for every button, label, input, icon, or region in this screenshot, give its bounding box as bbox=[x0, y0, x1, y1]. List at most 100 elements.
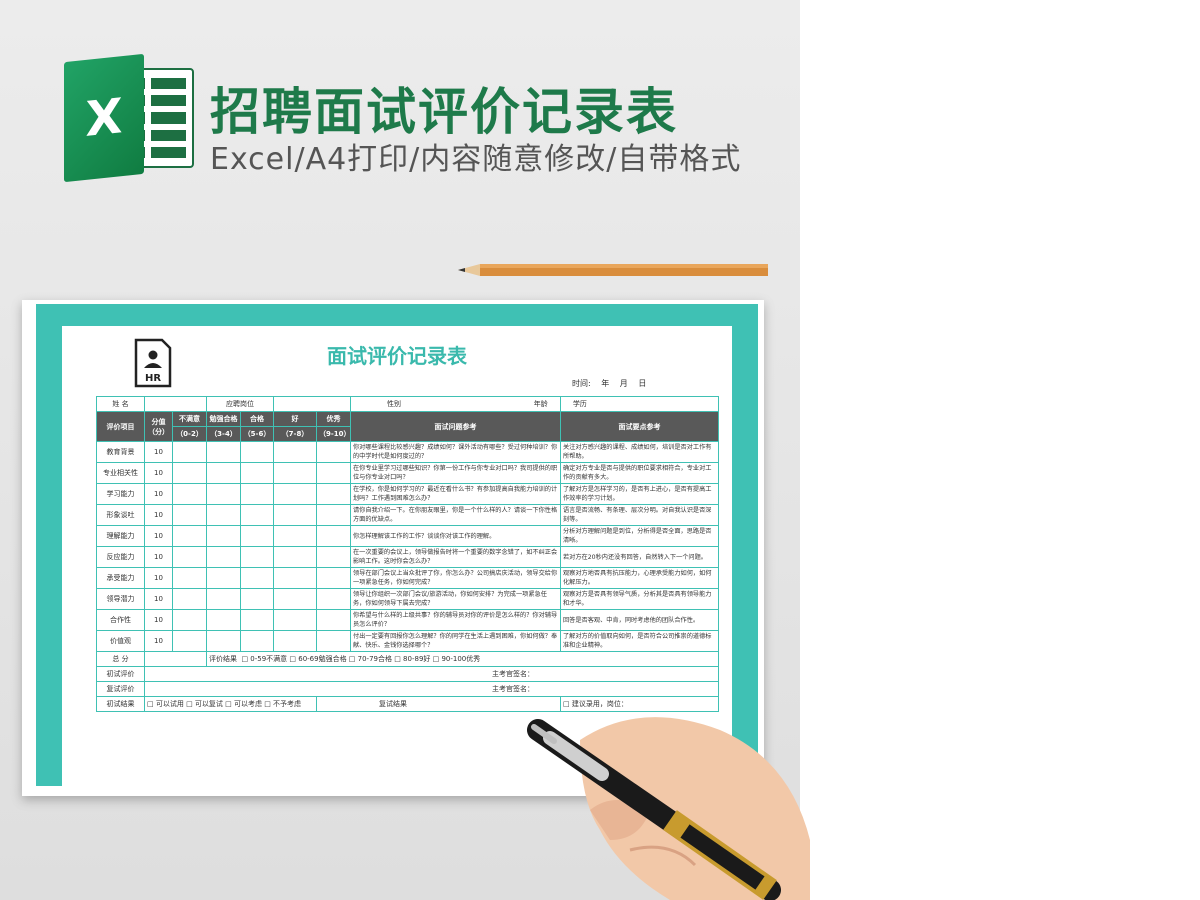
rating-cell-pass[interactable] bbox=[240, 588, 274, 610]
name-field[interactable] bbox=[144, 396, 207, 412]
rating-cell-bad[interactable] bbox=[172, 462, 207, 484]
rating-cell-good[interactable] bbox=[273, 588, 317, 610]
evaluation-row: 形象谈吐 10 请你自我介绍一下。在你朋友眼里，你是一个什么样的人？请谈一下你性格方… bbox=[96, 504, 719, 526]
question-text: 你希望与什么样的上级共事？你的辅导员对你的评价是怎么样的？你对辅导员怎么评价？ bbox=[350, 609, 561, 631]
range-pass-weak: （3-4） bbox=[206, 426, 241, 442]
date-line: 时间: 年 月 日 bbox=[572, 379, 647, 388]
rating-cell-bad[interactable] bbox=[172, 630, 207, 652]
col-points: 面试要点参考 bbox=[560, 411, 719, 442]
rating-cell-excellent[interactable] bbox=[316, 462, 351, 484]
point-text: 语言是否流畅、有条理、层次分明。对自我认识是否深刻等。 bbox=[560, 504, 719, 526]
evaluation-row: 学习能力 10 在学校，你是如何学习的？最近在看什么书？有参加提高自我能力培训的计划… bbox=[96, 483, 719, 505]
rating-cell-pass[interactable] bbox=[240, 630, 274, 652]
evaluation-row: 理解能力 10 你怎样理解该工作的工作？谈谈你对该工作的理解。 分析对方理解问题是到位… bbox=[96, 525, 719, 547]
rating-cell-pass[interactable] bbox=[240, 441, 274, 463]
column-header-row-1: 评价项目 分值 （分） 不满意 勉强合格 合格 好 优秀 面试问题参考 面试要点参… bbox=[96, 411, 719, 442]
first-result-options[interactable]: □ 可以试用 □ 可以复试 □ 可以考虑 □ 不予考虑 bbox=[144, 696, 317, 712]
rating-cell-pass[interactable] bbox=[240, 609, 274, 631]
rating-cell-bad[interactable] bbox=[172, 588, 207, 610]
rating-cell-good[interactable] bbox=[273, 567, 317, 589]
point-text: 了解对方是怎样学习的，是否有上进心，是否有提高工作效率的学习计划。 bbox=[560, 483, 719, 505]
rating-cell-pass[interactable] bbox=[240, 546, 274, 568]
rating-cell-bad[interactable] bbox=[172, 504, 207, 526]
rating-cell-pass-weak[interactable] bbox=[206, 609, 241, 631]
rating-cell-excellent[interactable] bbox=[316, 504, 351, 526]
item-label: 合作性 bbox=[96, 609, 145, 631]
education-cell[interactable]: 学历 bbox=[560, 396, 719, 412]
result-cell: 评价结果 □ 0-59不满意 □ 60-69勉强合格 □ 70-79合格 □ 8… bbox=[206, 651, 719, 667]
range-bad: （0-2） bbox=[172, 426, 207, 442]
rating-cell-good[interactable] bbox=[273, 525, 317, 547]
rating-cell-excellent[interactable] bbox=[316, 588, 351, 610]
evaluation-row: 承受能力 10 领导在部门会议上当众批评了你，你怎么办？公司搞店庆活动，领导交给你一… bbox=[96, 567, 719, 589]
question-text: 在你专业里学习过哪些知识？你第一份工作与你专业对口吗？我司提供的职位与你专业对口… bbox=[350, 462, 561, 484]
rating-cell-good[interactable] bbox=[273, 546, 317, 568]
evaluation-rows: 教育背景 10 你对哪些课程比较感兴趣？成绩如何？课外活动有哪些？受过何种培训？你的… bbox=[96, 441, 719, 652]
item-label: 领导潜力 bbox=[96, 588, 145, 610]
rating-cell-pass-weak[interactable] bbox=[206, 588, 241, 610]
rating-cell-good[interactable] bbox=[273, 462, 317, 484]
rating-cell-pass-weak[interactable] bbox=[206, 546, 241, 568]
pencil-icon bbox=[458, 264, 768, 276]
rating-cell-pass-weak[interactable] bbox=[206, 483, 241, 505]
evaluation-row: 领导潜力 10 领导让你组织一次部门会议/旅游活动，你如何安排？为完成一项紧急任务，… bbox=[96, 588, 719, 610]
rating-cell-excellent[interactable] bbox=[316, 609, 351, 631]
rating-cell-bad[interactable] bbox=[172, 567, 207, 589]
item-label: 专业相关性 bbox=[96, 462, 145, 484]
col-pass-weak: 勉强合格 bbox=[206, 411, 241, 427]
rating-cell-good[interactable] bbox=[273, 483, 317, 505]
rating-cell-pass[interactable] bbox=[240, 525, 274, 547]
rating-cell-excellent[interactable] bbox=[316, 441, 351, 463]
rating-cell-pass[interactable] bbox=[240, 483, 274, 505]
col-bad: 不满意 bbox=[172, 411, 207, 427]
rating-cell-bad[interactable] bbox=[172, 609, 207, 631]
item-score: 10 bbox=[144, 525, 173, 547]
point-text: 若对方在20秒内还没有回答，自然转入下一个问题。 bbox=[560, 546, 719, 568]
second-eval-field[interactable]: 主考官签名： bbox=[144, 681, 719, 697]
item-score: 10 bbox=[144, 567, 173, 589]
item-score: 10 bbox=[144, 483, 173, 505]
evaluation-table: 姓 名 应聘岗位 性别 年龄 学历 评价项目 分值 （分） 不满意 勉强合格 合格 … bbox=[96, 396, 719, 712]
rating-cell-excellent[interactable] bbox=[316, 567, 351, 589]
rating-cell-pass[interactable] bbox=[240, 504, 274, 526]
rating-cell-bad[interactable] bbox=[172, 525, 207, 547]
item-label: 学习能力 bbox=[96, 483, 145, 505]
rating-cell-pass-weak[interactable] bbox=[206, 630, 241, 652]
rating-cell-pass[interactable] bbox=[240, 462, 274, 484]
rating-cell-good[interactable] bbox=[273, 630, 317, 652]
position-field[interactable] bbox=[273, 396, 351, 412]
promo-banner: X 招聘面试评价记录表 Excel/A4打印/内容随意修改/自带格式 HR 面试… bbox=[0, 0, 810, 900]
rating-cell-good[interactable] bbox=[273, 504, 317, 526]
rating-cell-bad[interactable] bbox=[172, 441, 207, 463]
rating-cell-excellent[interactable] bbox=[316, 483, 351, 505]
total-label: 总 分 bbox=[96, 651, 145, 667]
question-text: 你怎样理解该工作的工作？谈谈你对该工作的理解。 bbox=[350, 525, 561, 547]
rating-cell-bad[interactable] bbox=[172, 546, 207, 568]
rating-cell-good[interactable] bbox=[273, 609, 317, 631]
first-eval-field[interactable]: 主考官签名： bbox=[144, 666, 719, 682]
item-label: 承受能力 bbox=[96, 567, 145, 589]
rating-cell-pass[interactable] bbox=[240, 567, 274, 589]
question-text: 付出一定要有回报你怎么理解？你的同学在生活上遇到困难，你如何做？奉献、快乐、金钱… bbox=[350, 630, 561, 652]
rating-cell-excellent[interactable] bbox=[316, 546, 351, 568]
col-item: 评价项目 bbox=[96, 411, 145, 442]
name-label: 姓 名 bbox=[96, 396, 145, 412]
item-label: 教育背景 bbox=[96, 441, 145, 463]
rating-cell-excellent[interactable] bbox=[316, 525, 351, 547]
rating-cell-pass-weak[interactable] bbox=[206, 441, 241, 463]
rating-cell-pass-weak[interactable] bbox=[206, 525, 241, 547]
first-eval-row: 初试评价 主考官签名： bbox=[96, 666, 719, 682]
svg-text:HR: HR bbox=[145, 373, 161, 384]
item-score: 10 bbox=[144, 546, 173, 568]
rating-cell-excellent[interactable] bbox=[316, 630, 351, 652]
rating-cell-pass-weak[interactable] bbox=[206, 462, 241, 484]
point-text: 分析对方理解问题是到位，分析得是否全面，思路是否清晰。 bbox=[560, 525, 719, 547]
rating-cell-pass-weak[interactable] bbox=[206, 504, 241, 526]
rating-cell-good[interactable] bbox=[273, 441, 317, 463]
second-eval-row: 复试评价 主考官签名： bbox=[96, 681, 719, 697]
candidate-info-row: 姓 名 应聘岗位 性别 年龄 学历 bbox=[96, 396, 719, 412]
total-field[interactable] bbox=[144, 651, 207, 667]
total-row: 总 分 评价结果 □ 0-59不满意 □ 60-69勉强合格 □ 70-79合格… bbox=[96, 651, 719, 667]
rating-cell-pass-weak[interactable] bbox=[206, 567, 241, 589]
rating-cell-bad[interactable] bbox=[172, 483, 207, 505]
